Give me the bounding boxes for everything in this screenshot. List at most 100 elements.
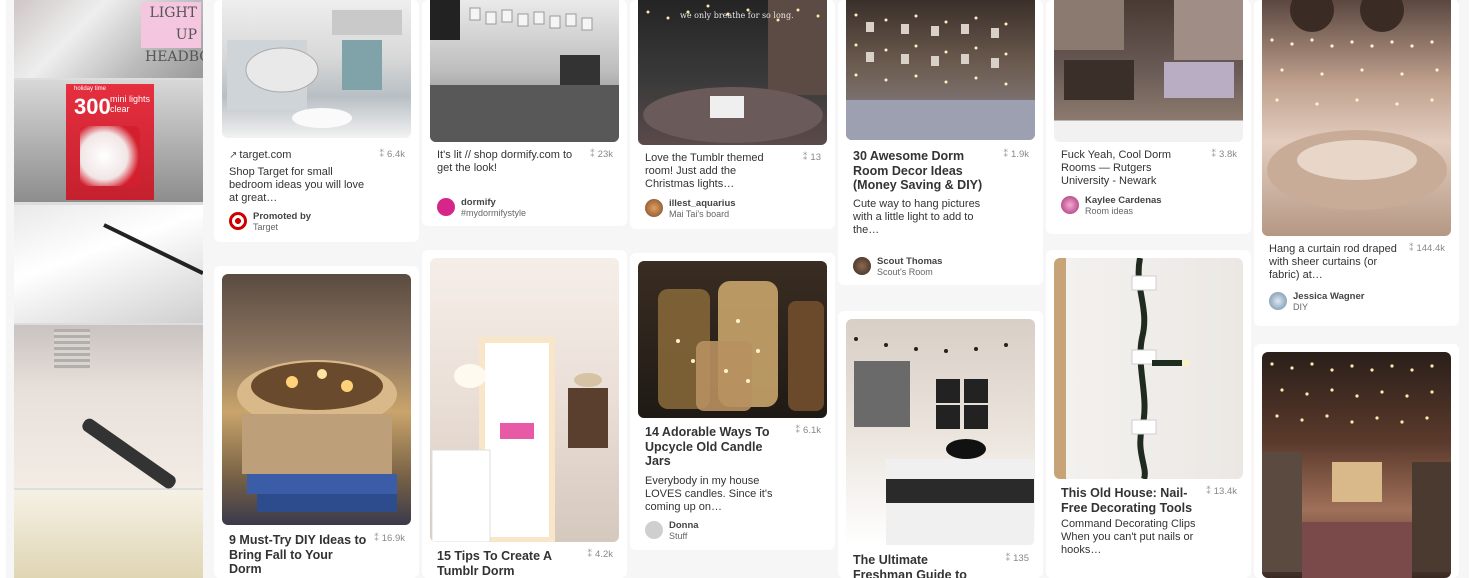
- source-link[interactable]: target.com: [239, 149, 291, 161]
- attribution-board[interactable]: Room ideas: [1085, 206, 1133, 216]
- pin-card[interactable]: 14 Adorable Ways To Upcycle Old Candle J…: [630, 253, 835, 550]
- save-count: ⁑ 16.9k: [374, 533, 405, 544]
- pin-source[interactable]: ↗ target.com ⁑ 6.4k: [229, 149, 409, 163]
- save-count: ⁑ 4.2k: [588, 549, 613, 560]
- attribution-board[interactable]: Scout's Room: [877, 267, 933, 277]
- pin-image[interactable]: [846, 0, 1035, 140]
- user-avatar: [1269, 292, 1287, 310]
- pin-image[interactable]: [1054, 258, 1243, 479]
- pin-image[interactable]: [1054, 0, 1243, 142]
- dark-room-photo: we only breathe for so long.: [643, 0, 827, 143]
- pin-title: 30 Awesome Dorm Room Decor Ideas (Money …: [853, 149, 983, 192]
- pin-attribution[interactable]: Kaylee Cardenas Room ideas: [1061, 195, 1241, 217]
- pin-meta: Love the Tumblr themed room! Just add th…: [645, 152, 825, 191]
- attribution-board[interactable]: #mydormifystyle: [461, 208, 526, 218]
- save-count-value: 23k: [597, 149, 613, 160]
- pin-image[interactable]: [430, 258, 619, 542]
- pin-icon: ⁑: [374, 533, 379, 543]
- mirror-room-photo: [431, 337, 608, 542]
- curtain-rod-photo: [14, 205, 203, 323]
- pin-image[interactable]: [638, 261, 827, 418]
- attribution-board[interactable]: Mai Tai's board: [669, 209, 729, 219]
- pin-icon: ⁑: [1408, 243, 1414, 253]
- save-count: ⁑ 135: [1006, 553, 1029, 564]
- pin-card[interactable]: The Ultimate Freshman Guide to ⁑ 135: [838, 311, 1043, 578]
- pin-attribution[interactable]: Scout Thomas Scout's Room: [853, 256, 1033, 278]
- hanging-lights-photo: [14, 325, 203, 491]
- pin-description: Fuck Yeah, Cool Dorm Rooms — Rutgers Uni…: [1061, 149, 1172, 187]
- pin-description: It's lit // shop dormify.com to get the …: [437, 149, 573, 174]
- bulbs-graphic: [80, 126, 140, 186]
- lights-box-photo: holiday time 300 mini lights clear: [14, 80, 203, 202]
- pin-card[interactable]: Fuck Yeah, Cool Dorm Rooms — Rutgers Uni…: [1046, 0, 1251, 234]
- pin-attribution[interactable]: dormify #mydormifystyle: [437, 197, 617, 219]
- dormify-avatar: [437, 198, 455, 216]
- pin-icon: ⁑: [1211, 149, 1217, 159]
- vent-graphic: [54, 329, 90, 369]
- pin-image[interactable]: [1262, 352, 1451, 578]
- pin-icon: ⁑: [1206, 486, 1211, 496]
- pin-image[interactable]: [430, 0, 619, 142]
- default-avatar-icon: [645, 521, 663, 539]
- attribution-board[interactable]: DIY: [1293, 302, 1308, 312]
- save-count-value: 6.4k: [387, 149, 405, 160]
- pin-image[interactable]: [1262, 0, 1451, 236]
- save-count: ⁑ 1.9k: [1004, 149, 1029, 160]
- pin-description: Cute way to hang pictures with a little …: [853, 197, 981, 236]
- curtain-bed-photo: [1267, 0, 1447, 210]
- headboard-caption: LIGHT UP HEADBOARD: [141, 2, 203, 65]
- pin-image[interactable]: [846, 319, 1035, 545]
- pin-card[interactable]: 30 Awesome Dorm Room Decor Ideas (Money …: [838, 0, 1043, 285]
- user-avatar: [645, 199, 663, 217]
- collage-image[interactable]: LIGHT UP HEADBOARD holiday time 300 mini…: [14, 0, 203, 578]
- attribution-name[interactable]: illest_aquarius: [669, 198, 736, 209]
- pin-card[interactable]: This Old House: Nail-Free Decorating Too…: [1046, 250, 1251, 578]
- attribution-name[interactable]: Kaylee Cardenas: [1085, 195, 1162, 206]
- pin-attribution[interactable]: illest_aquarius Mai Tai's board: [645, 198, 825, 220]
- pin-card[interactable]: [1254, 344, 1459, 578]
- save-count: ⁑ 23k: [590, 149, 613, 160]
- photo-lights-photo: [846, 13, 1035, 140]
- pin-icon: ⁑: [802, 152, 808, 162]
- save-count-value: 3.8k: [1219, 149, 1237, 160]
- pin-attribution[interactable]: Donna Stuff: [645, 520, 825, 542]
- attribution-name[interactable]: Donna: [669, 520, 699, 531]
- pin-icon: ⁑: [587, 549, 593, 559]
- pin-image[interactable]: [222, 274, 411, 525]
- attribution-name[interactable]: Jessica Wagner: [1293, 291, 1364, 302]
- pin-card[interactable]: It's lit // shop dormify.com to get the …: [422, 0, 627, 226]
- attribution-name[interactable]: Scout Thomas: [877, 256, 942, 267]
- attribution-name[interactable]: dormify: [461, 197, 496, 208]
- pin-meta: 15 Tips To Create A Tumblr Dorm ⁑ 4.2k: [437, 549, 617, 578]
- save-count-value: 16.9k: [381, 533, 405, 544]
- save-count: ⁑ 13.4k: [1206, 486, 1237, 497]
- pin-meta: 30 Awesome Dorm Room Decor Ideas (Money …: [853, 149, 1033, 237]
- left-collage-pin[interactable]: LIGHT UP HEADBOARD holiday time 300 mini…: [6, 0, 211, 578]
- pin-card[interactable]: ↗ target.com ⁑ 6.4k Shop Target for small …: [214, 0, 419, 242]
- save-count: ⁑ 3.8k: [1212, 149, 1237, 160]
- pin-column-2: It's lit // shop dormify.com to get the …: [422, 0, 627, 578]
- attribution-name[interactable]: Promoted by: [253, 211, 311, 222]
- arm-graphic: [79, 416, 179, 491]
- pin-card[interactable]: 9 Must-Try DIY Ideas to Bring Fall to Yo…: [214, 266, 419, 578]
- pin-description: Hang a curtain rod draped with sheer cur…: [1269, 243, 1397, 281]
- pin-icon: ⁑: [795, 425, 801, 435]
- pin-card[interactable]: we only breathe for so long. Love the Tu…: [630, 0, 835, 229]
- pin-image[interactable]: we only breathe for so long.: [638, 0, 827, 145]
- pin-attribution[interactable]: Promoted by Target: [229, 211, 409, 233]
- user-avatar: [853, 257, 871, 275]
- headboard-photo: LIGHT UP HEADBOARD: [14, 0, 203, 78]
- pin-attribution[interactable]: Jessica Wagner DIY: [1269, 291, 1449, 313]
- pin-column-6: Hang a curtain rod draped with sheer cur…: [1254, 0, 1459, 578]
- glow-photo: [14, 490, 203, 578]
- attribution-board[interactable]: Target: [253, 222, 278, 232]
- pin-card[interactable]: 15 Tips To Create A Tumblr Dorm ⁑ 4.2k: [422, 250, 627, 578]
- link-arrow-icon: ↗: [229, 150, 238, 161]
- pin-icon: ⁑: [1003, 149, 1009, 159]
- pin-description: Everybody in my house LOVES candles. Sin…: [645, 474, 773, 513]
- pin-card[interactable]: Hang a curtain rod draped with sheer cur…: [1254, 0, 1459, 326]
- attribution-board[interactable]: Stuff: [669, 531, 687, 541]
- pin-title: This Old House: Nail-Free Decorating Too…: [1061, 486, 1193, 515]
- pin-image[interactable]: [222, 0, 411, 138]
- pin-icon: ⁑: [1005, 553, 1011, 563]
